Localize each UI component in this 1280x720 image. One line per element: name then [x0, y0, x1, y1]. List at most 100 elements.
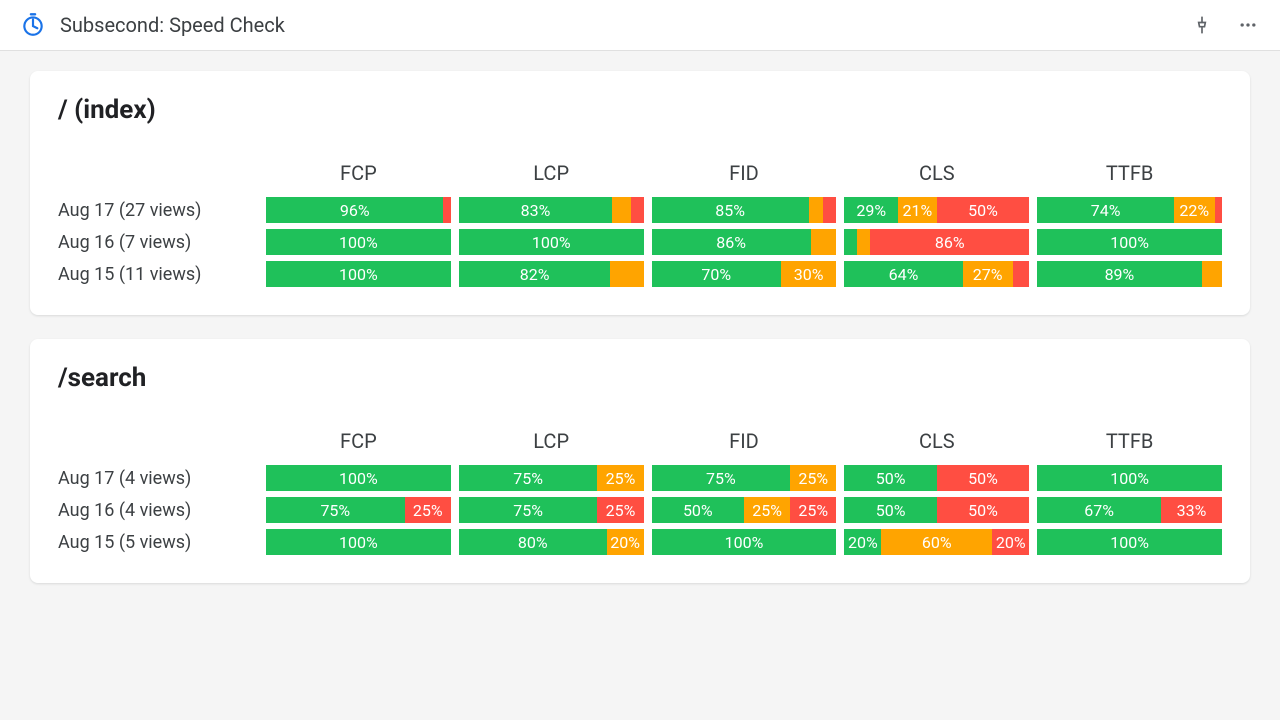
- metric-bar[interactable]: 20%60%20%: [844, 529, 1029, 555]
- metric-bar[interactable]: 86%: [844, 229, 1029, 255]
- bar-segment: 50%: [937, 497, 1029, 523]
- metric-bar[interactable]: 82%: [459, 261, 644, 287]
- bar-segment: [844, 229, 857, 255]
- metric-bar[interactable]: 100%: [652, 529, 837, 555]
- bar-segment: 80%: [459, 529, 607, 555]
- metric-bar[interactable]: 86%: [652, 229, 837, 255]
- column-header: CLS: [844, 429, 1029, 459]
- metric-bar[interactable]: 75%25%: [652, 465, 837, 491]
- metric-bar[interactable]: 29%21%50%: [844, 197, 1029, 223]
- bar-segment: 86%: [870, 229, 1029, 255]
- more-button[interactable]: [1234, 11, 1262, 39]
- metric-bar[interactable]: 100%: [1037, 465, 1222, 491]
- bar-segment: [811, 229, 837, 255]
- bar-segment: 25%: [597, 465, 643, 491]
- bar-segment: 29%: [844, 197, 898, 223]
- header-actions: [1188, 11, 1262, 39]
- bar-segment: 75%: [266, 497, 405, 523]
- bar-segment: 75%: [459, 497, 598, 523]
- bar-segment: 20%: [844, 529, 881, 555]
- metric-bar[interactable]: 100%: [266, 529, 451, 555]
- metric-bar[interactable]: 50%50%: [844, 497, 1029, 523]
- column-header: TTFB: [1037, 161, 1222, 191]
- bar-segment: 21%: [898, 197, 937, 223]
- metric-bar[interactable]: 100%: [266, 229, 451, 255]
- extension-header: Subsecond: Speed Check: [0, 0, 1280, 51]
- bar-segment: 33%: [1161, 497, 1222, 523]
- metric-bar[interactable]: 100%: [459, 229, 644, 255]
- bar-segment: [443, 197, 450, 223]
- metric-bar[interactable]: 70%30%: [652, 261, 837, 287]
- bar-segment: 50%: [652, 497, 744, 523]
- row-label: Aug 17 (4 views): [58, 468, 258, 489]
- column-header: LCP: [459, 161, 644, 191]
- metric-bar[interactable]: 75%25%: [459, 465, 644, 491]
- metric-bar[interactable]: 83%: [459, 197, 644, 223]
- column-header: TTFB: [1037, 429, 1222, 459]
- bar-segment: 30%: [781, 261, 836, 287]
- bar-segment: 85%: [652, 197, 809, 223]
- bar-segment: 50%: [844, 497, 936, 523]
- row-label: Aug 16 (7 views): [58, 232, 258, 253]
- bar-segment: 100%: [266, 261, 451, 287]
- metric-bar[interactable]: 89%: [1037, 261, 1222, 287]
- metric-bar[interactable]: 100%: [1037, 229, 1222, 255]
- page-title: Subsecond: Speed Check: [60, 13, 1188, 37]
- row-label: Aug 15 (11 views): [58, 264, 258, 285]
- row-label: Aug 15 (5 views): [58, 532, 258, 553]
- bar-segment: [809, 197, 824, 223]
- card-title: / (index): [58, 95, 1222, 125]
- bar-segment: 25%: [597, 497, 643, 523]
- bar-segment: 100%: [459, 229, 644, 255]
- bar-segment: 25%: [744, 497, 790, 523]
- bar-segment: 100%: [1037, 529, 1222, 555]
- bar-segment: 50%: [844, 465, 936, 491]
- bar-segment: [1202, 261, 1222, 287]
- bar-segment: 25%: [405, 497, 451, 523]
- bar-segment: 50%: [937, 197, 1029, 223]
- metric-bar[interactable]: 100%: [266, 261, 451, 287]
- metric-bar[interactable]: 75%25%: [266, 497, 451, 523]
- column-header: FID: [652, 429, 837, 459]
- bar-segment: 100%: [1037, 229, 1222, 255]
- metric-bar[interactable]: 100%: [266, 465, 451, 491]
- bar-segment: 20%: [607, 529, 644, 555]
- metric-bar[interactable]: 74%22%: [1037, 197, 1222, 223]
- column-header: FCP: [266, 429, 451, 459]
- bar-segment: 83%: [459, 197, 612, 223]
- bar-segment: 89%: [1037, 261, 1201, 287]
- metrics-card: /search FCP LCP FIDCLS TTFB Aug 17 (4 views) 1…: [30, 339, 1250, 583]
- bar-segment: 74%: [1037, 197, 1174, 223]
- metric-bar[interactable]: 50%25%25%: [652, 497, 837, 523]
- column-header: LCP: [459, 429, 644, 459]
- metrics-grid: FCPLCPFIDCLSTTFBAug 17 (27 views)96%83%8…: [58, 161, 1222, 287]
- bar-segment: 20%: [992, 529, 1029, 555]
- metric-bar[interactable]: 85%: [652, 197, 837, 223]
- bar-segment: 60%: [881, 529, 992, 555]
- row-label: Aug 16 (4 views): [58, 500, 258, 521]
- bar-segment: 100%: [266, 529, 451, 555]
- stopwatch-icon: [18, 10, 48, 40]
- bar-segment: [1215, 197, 1222, 223]
- metric-bar[interactable]: 64%27%: [844, 261, 1029, 287]
- bar-segment: [857, 229, 870, 255]
- bar-segment: 22%: [1174, 197, 1215, 223]
- column-header: FCP: [266, 161, 451, 191]
- metric-bar[interactable]: 67%33%: [1037, 497, 1222, 523]
- metric-bar[interactable]: 100%: [1037, 529, 1222, 555]
- content-area: / (index)FCPLCPFIDCLSTTFBAug 17 (27 view…: [0, 51, 1280, 627]
- bar-segment: 67%: [1037, 497, 1161, 523]
- bar-segment: 100%: [266, 229, 451, 255]
- bar-segment: 75%: [459, 465, 598, 491]
- metric-bar[interactable]: 80%20%: [459, 529, 644, 555]
- bar-segment: 100%: [266, 465, 451, 491]
- bar-segment: [612, 197, 630, 223]
- metric-bar[interactable]: 50%50%: [844, 465, 1029, 491]
- column-header: CLS: [844, 161, 1029, 191]
- pin-button[interactable]: [1188, 11, 1216, 39]
- metric-bar[interactable]: 96%: [266, 197, 451, 223]
- bar-segment: 50%: [937, 465, 1029, 491]
- bar-segment: 25%: [790, 497, 836, 523]
- metric-bar[interactable]: 75%25%: [459, 497, 644, 523]
- card-title: /search: [58, 363, 1222, 393]
